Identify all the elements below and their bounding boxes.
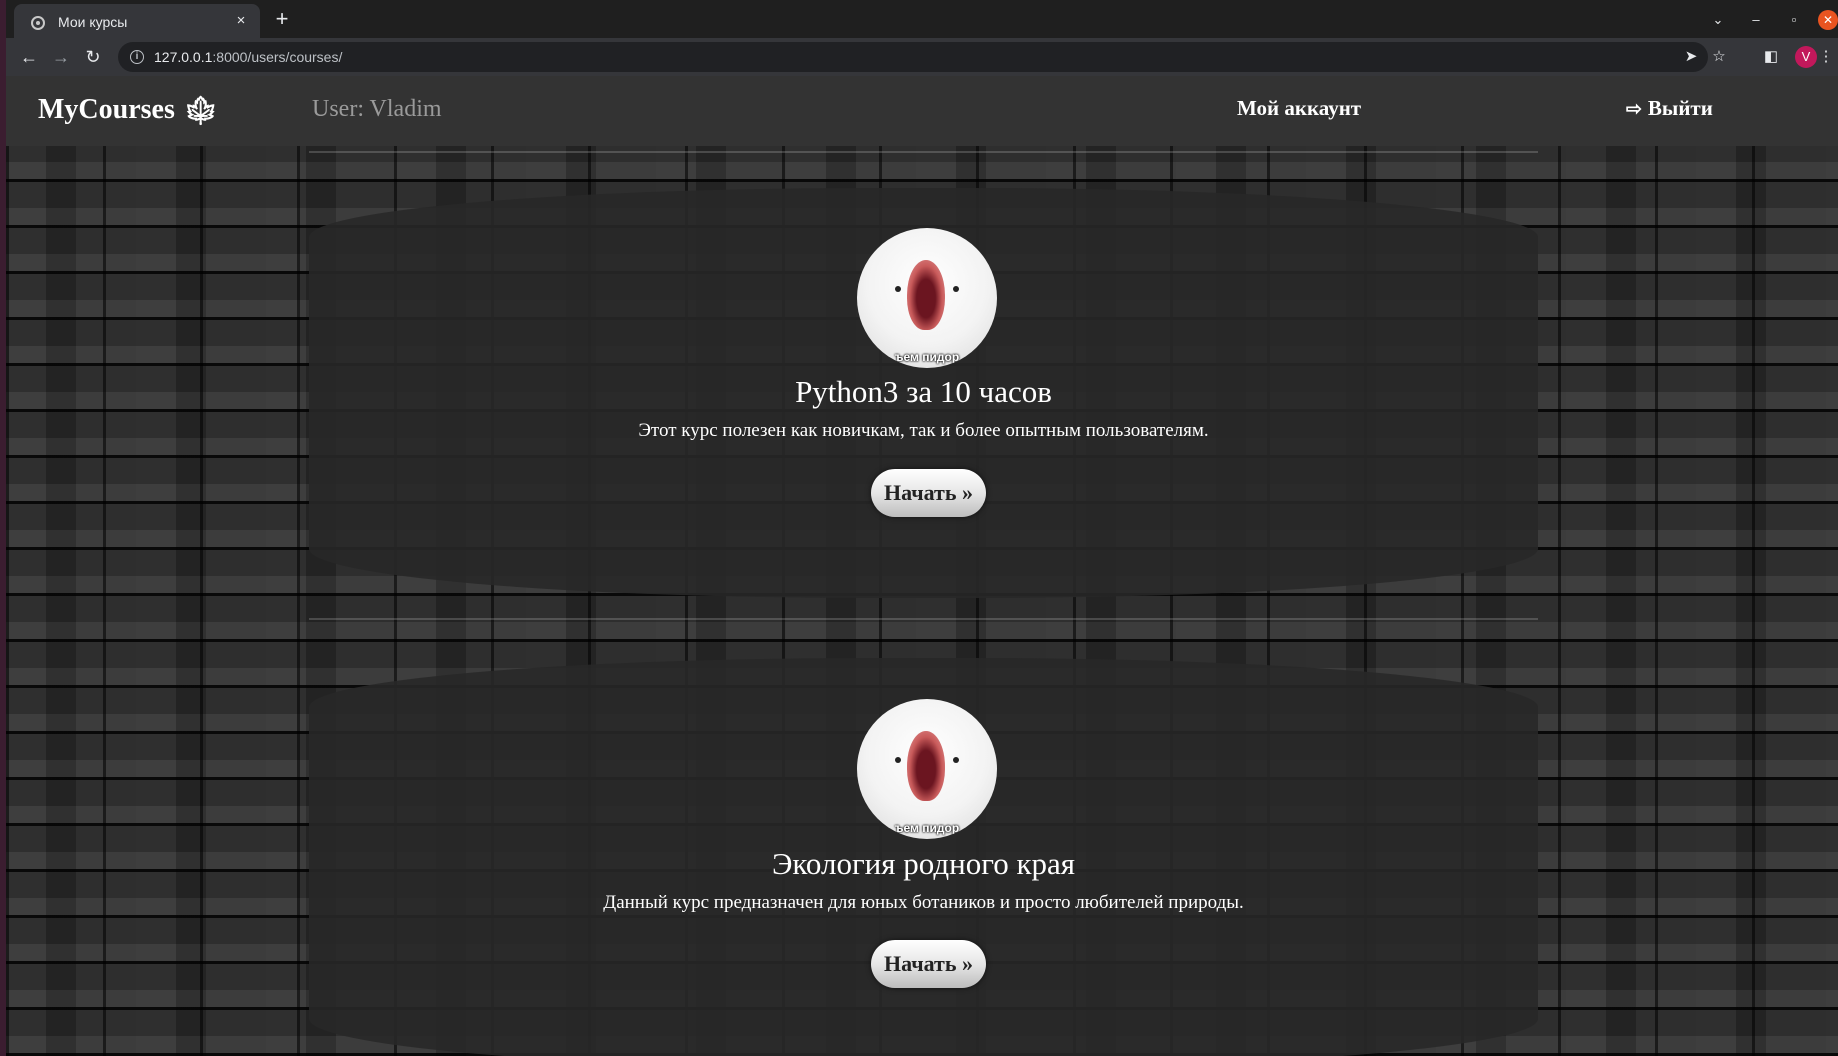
brand-link[interactable]: MyCourses 🍁︎ bbox=[38, 94, 218, 128]
course-title: Экология родного края bbox=[771, 846, 1076, 881]
tab-active[interactable]: Мои курсы × bbox=[14, 4, 260, 38]
forward-icon[interactable]: → bbox=[48, 44, 74, 70]
start-button[interactable]: Начать » bbox=[871, 940, 986, 988]
close-tab-icon[interactable]: × bbox=[232, 12, 250, 30]
course-card: ъем пидор Экология родного края Данный к… bbox=[309, 658, 1538, 1056]
back-icon[interactable]: ← bbox=[16, 44, 42, 70]
tab-title: Мои курсы bbox=[58, 14, 128, 30]
star-icon[interactable]: ☆ bbox=[1708, 46, 1730, 68]
image-caption: ъем пидор bbox=[894, 350, 960, 364]
url-text[interactable]: 127.0.0.1:8000/users/courses/ bbox=[154, 49, 342, 65]
image-caption: ъем пидор bbox=[894, 821, 960, 835]
divider bbox=[309, 618, 1538, 620]
reload-icon[interactable]: ↻ bbox=[80, 44, 106, 70]
course-description: Этот курс полезен как новичкам, так и бо… bbox=[638, 420, 1209, 441]
profile-avatar[interactable]: V bbox=[1795, 46, 1817, 68]
divider bbox=[309, 151, 1538, 153]
menu-icon[interactable]: ⋮ bbox=[1818, 46, 1834, 68]
globe-icon bbox=[31, 16, 45, 30]
logout-link[interactable]: ⇨ Выйти bbox=[1626, 96, 1713, 121]
tab-strip: Мои курсы × + ⌄ – ▫ ✕ bbox=[6, 0, 1838, 38]
sign-out-icon: ⇨ bbox=[1626, 99, 1642, 120]
sidepanel-icon[interactable]: ◧ bbox=[1760, 46, 1782, 68]
start-button[interactable]: Начать » bbox=[871, 469, 986, 517]
course-description: Данный курс предназначен для юных ботани… bbox=[603, 892, 1244, 913]
new-tab-button[interactable]: + bbox=[270, 8, 294, 32]
restore-icon[interactable]: ▫ bbox=[1782, 8, 1806, 32]
browser-chrome: Мои курсы × + ⌄ – ▫ ✕ ← → ↻ i 127.0.0.1:… bbox=[6, 0, 1838, 76]
brand-text: MyCourses bbox=[38, 94, 175, 125]
send-icon[interactable]: ➤ bbox=[1680, 46, 1702, 68]
minimize-icon[interactable]: – bbox=[1744, 8, 1768, 32]
site-navbar: MyCourses 🍁︎ User: Vladim Мой аккаунт ⇨ Вы… bbox=[6, 76, 1838, 146]
tab-search-icon[interactable]: ⌄ bbox=[1706, 8, 1730, 32]
maple-leaf-icon: 🍁︎ bbox=[182, 96, 219, 127]
course-card: ъем пидор Python3 за 10 часов Этот курс … bbox=[309, 188, 1538, 598]
course-title: Python3 за 10 часов bbox=[795, 374, 1052, 409]
page-viewport: MyCourses 🍁︎ User: Vladim Мой аккаунт ⇨ Вы… bbox=[6, 76, 1838, 1056]
browser-toolbar: ← → ↻ i 127.0.0.1:8000/users/courses/ ➤ … bbox=[6, 38, 1838, 76]
logout-label: Выйти bbox=[1647, 96, 1713, 120]
account-link[interactable]: Мой аккаунт bbox=[1237, 96, 1361, 121]
course-image: ъем пидор bbox=[857, 699, 997, 839]
window-close-icon[interactable]: ✕ bbox=[1818, 10, 1838, 30]
info-icon[interactable]: i bbox=[130, 50, 144, 64]
user-label: User: Vladim bbox=[312, 96, 442, 122]
address-bar[interactable]: i 127.0.0.1:8000/users/courses/ bbox=[118, 42, 1708, 72]
course-image: ъем пидор bbox=[857, 228, 997, 368]
